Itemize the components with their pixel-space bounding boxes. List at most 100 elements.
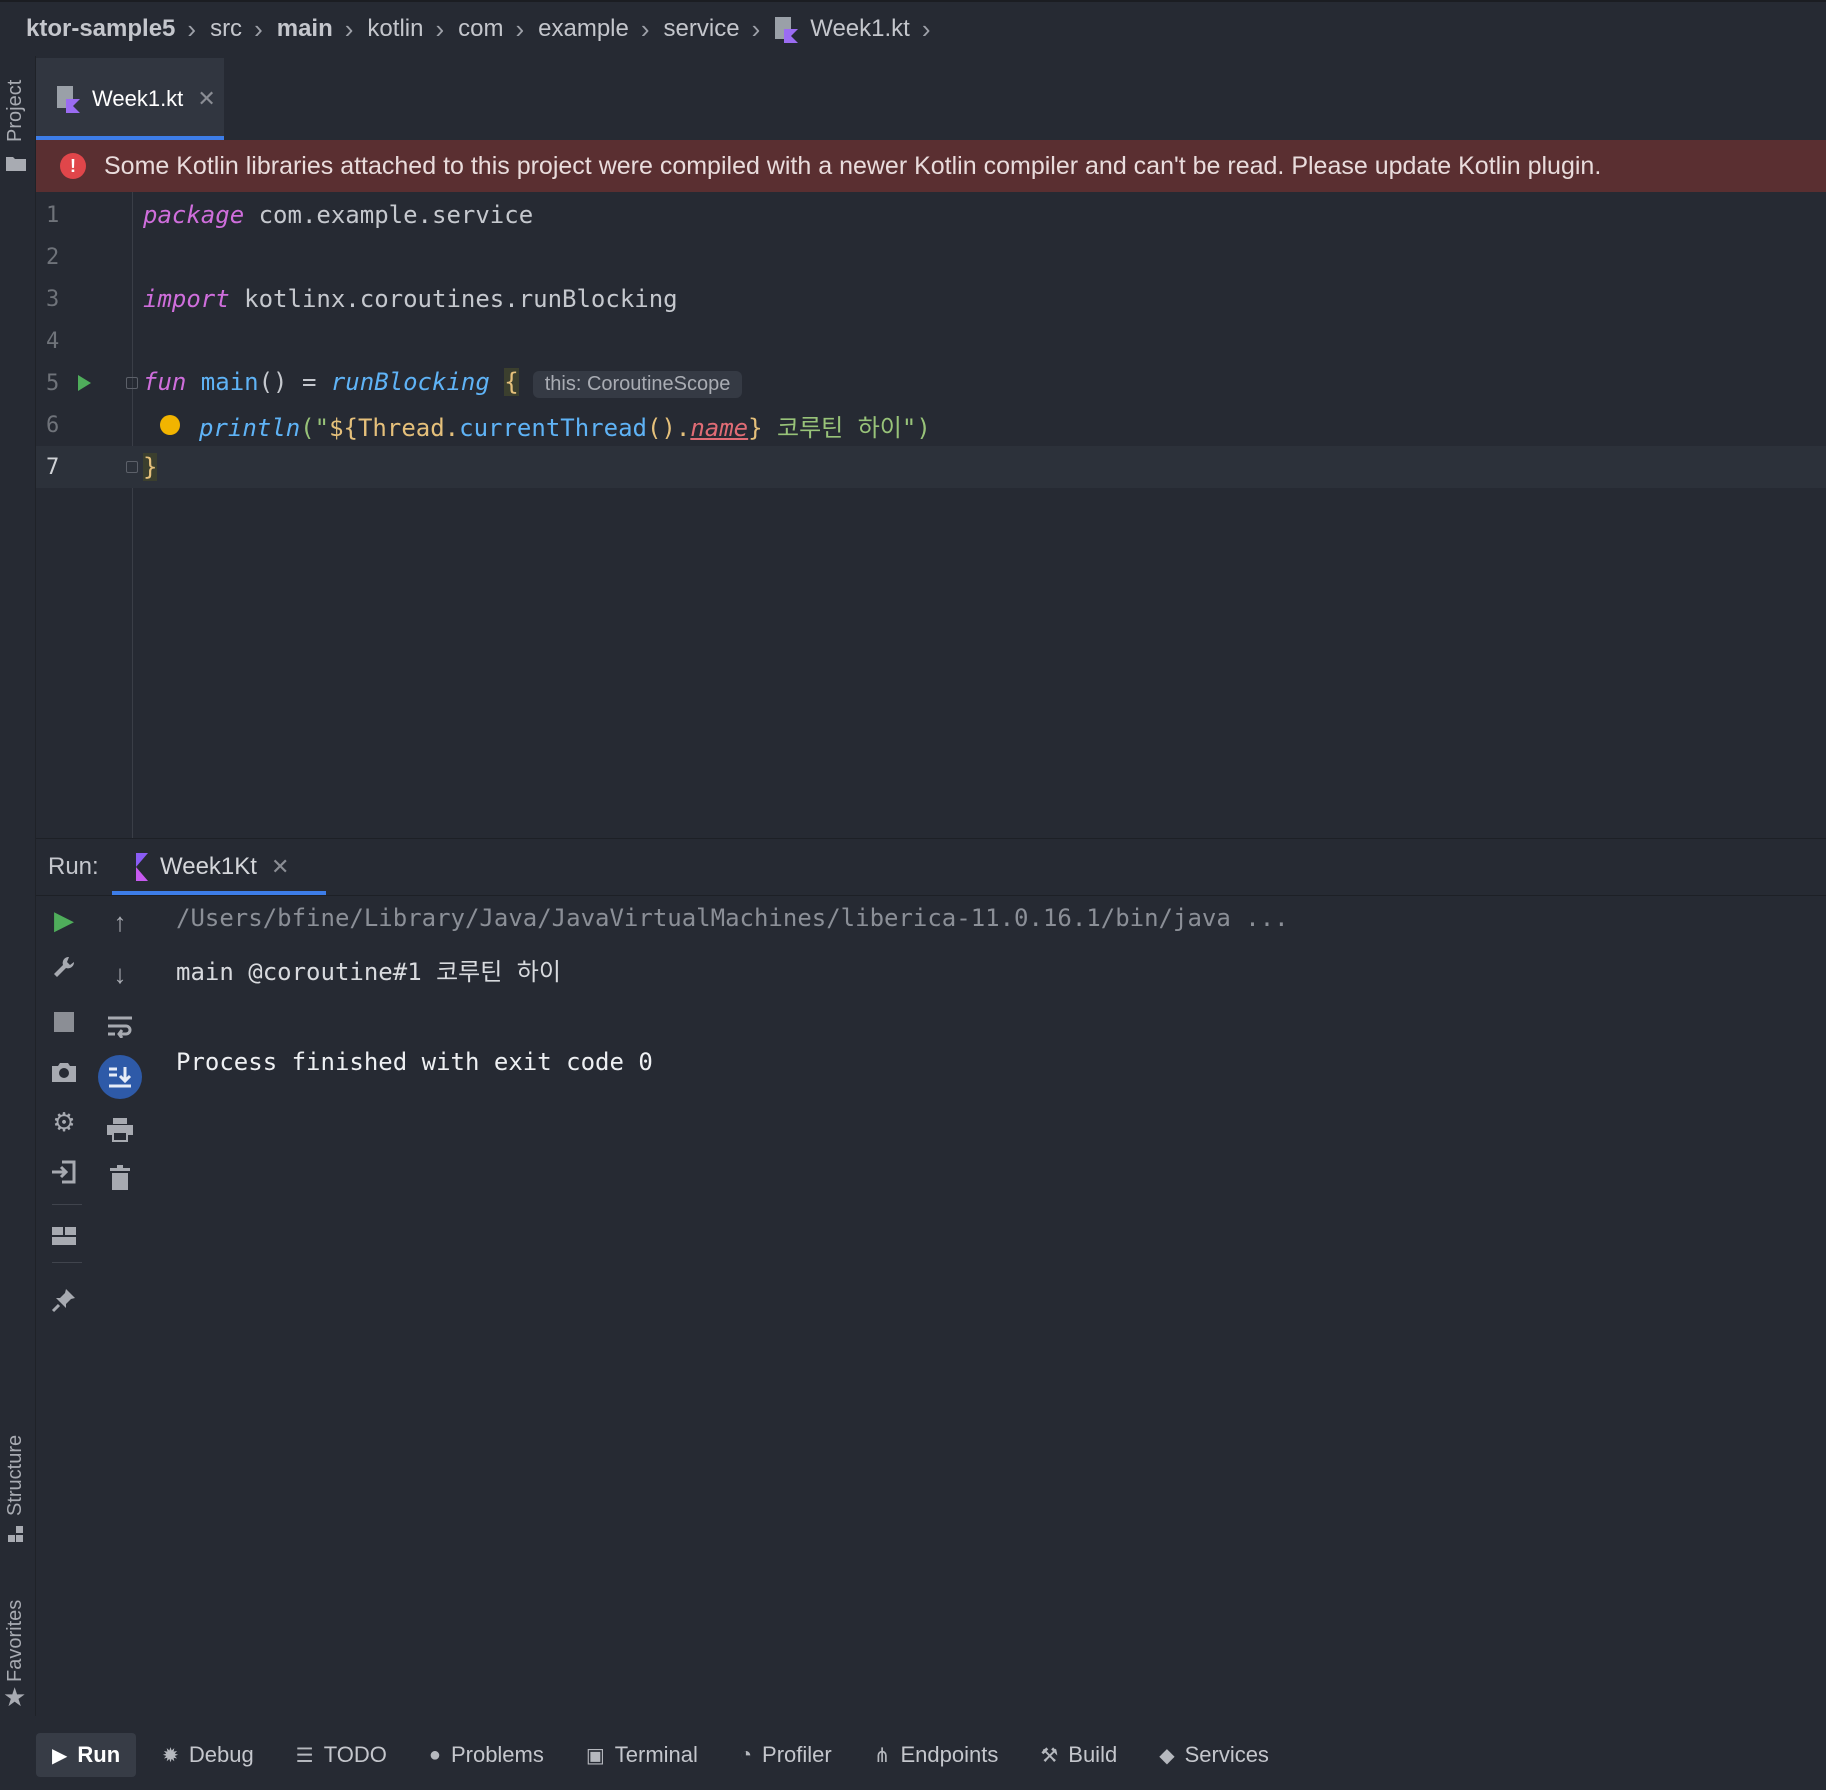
code-editor[interactable]: 1 package com.example.service 2 3 import… — [36, 192, 1826, 838]
line-number: 3 — [46, 286, 60, 312]
breadcrumb-item-main[interactable]: main — [277, 15, 333, 43]
favorites-tool-button[interactable]: Favorites — [4, 1600, 27, 1682]
run-tab-week1kt[interactable]: Week1Kt ✕ — [112, 839, 326, 895]
breadcrumb-item-example[interactable]: example — [538, 15, 629, 43]
services-tool-button[interactable]: ◆ Services — [1143, 1733, 1285, 1777]
terminal-icon: ▣ — [585, 1744, 605, 1767]
chevron-right-icon: › — [254, 13, 263, 44]
line-number: 6 — [46, 412, 60, 438]
bug-icon: ✹ — [162, 1744, 179, 1767]
code-text: () = — [258, 368, 331, 396]
debug-tool-button[interactable]: ✹ Debug — [146, 1733, 270, 1777]
pin-icon[interactable] — [44, 1280, 84, 1320]
kotlin-icon — [136, 853, 148, 881]
fold-icon[interactable] — [126, 377, 138, 389]
terminal-tool-button[interactable]: ▣ Terminal — [570, 1733, 714, 1777]
tab-active-indicator — [112, 891, 326, 895]
structure-icon — [8, 1526, 23, 1542]
error-message: Some Kotlin libraries attached to this p… — [104, 151, 1602, 180]
breadcrumb-item-project[interactable]: ktor-sample5 — [26, 15, 175, 43]
inlay-hint: this: CoroutineScope — [532, 371, 743, 398]
property-ref: name — [690, 413, 749, 442]
editor-tab-bar: Week1.kt ✕ — [36, 56, 1826, 140]
folder-icon — [6, 157, 26, 171]
breadcrumb-item-kotlin[interactable]: kotlin — [367, 15, 423, 43]
string-literal: ") — [901, 413, 931, 442]
hammer-icon: ⚒ — [1040, 1744, 1059, 1767]
code-line: 5 fun main() = runBlocking {this: Corout… — [36, 362, 1826, 404]
error-banner: ! Some Kotlin libraries attached to this… — [36, 140, 1826, 192]
breadcrumb-item-service[interactable]: service — [664, 15, 740, 43]
arrow-up-icon[interactable]: ↑ — [100, 902, 140, 942]
code-line: 3 import kotlinx.coroutines.runBlocking — [36, 278, 1826, 320]
keyword: fun — [143, 368, 187, 396]
endpoints-tool-button[interactable]: ⋔ Endpoints — [858, 1733, 1015, 1777]
services-tool-label: Services — [1184, 1742, 1269, 1767]
close-icon[interactable]: ✕ — [271, 854, 289, 880]
stop-button[interactable] — [44, 1002, 84, 1042]
template-delimiter: } — [748, 413, 763, 442]
line-number: 7 — [46, 454, 60, 480]
lightbulb-icon[interactable] — [160, 415, 180, 435]
kotlin-file-icon — [57, 86, 80, 113]
play-icon: ▶ — [52, 1744, 68, 1767]
run-gutter-icon[interactable] — [78, 375, 91, 391]
debug-settings-icon[interactable]: ⚙ — [44, 1102, 84, 1142]
breadcrumb: ktor-sample5 › src › main › kotlin › com… — [0, 0, 1826, 56]
services-icon: ◆ — [1159, 1744, 1175, 1767]
run-tool-button[interactable]: ▶ Run — [36, 1733, 137, 1777]
breadcrumb-item-src[interactable]: src — [210, 15, 242, 43]
scroll-to-end-icon[interactable] — [98, 1055, 142, 1099]
breadcrumb-item-com[interactable]: com — [458, 15, 503, 43]
soft-wrap-icon[interactable] — [100, 1006, 140, 1046]
line-number: 4 — [46, 328, 60, 354]
kotlin-file-icon — [775, 17, 799, 43]
todo-tool-button[interactable]: ☰ TODO — [280, 1733, 403, 1777]
close-icon[interactable]: ✕ — [197, 86, 215, 112]
fold-icon[interactable] — [126, 461, 138, 473]
tab-label: Week1.kt — [92, 86, 184, 111]
rerun-button[interactable]: ▶ — [44, 900, 84, 940]
terminal-tool-label: Terminal — [614, 1742, 698, 1767]
brace: { — [504, 368, 519, 396]
left-tool-strip: Project Structure Favorites ★ — [0, 56, 36, 1716]
wrench-icon[interactable] — [44, 948, 84, 988]
build-tool-label: Build — [1068, 1742, 1118, 1767]
error-icon: ! — [60, 153, 86, 179]
function-call: println — [199, 413, 301, 442]
project-tool-button[interactable]: Project — [4, 80, 27, 142]
camera-icon[interactable] — [44, 1052, 84, 1092]
structure-tool-button[interactable]: Structure — [4, 1435, 27, 1516]
code-line: 6 println("${Thread.currentThread().name… — [36, 404, 1826, 446]
arrow-down-icon[interactable]: ↓ — [100, 954, 140, 994]
endpoints-tool-label: Endpoints — [900, 1742, 999, 1767]
string-literal: (" — [300, 413, 330, 442]
problems-icon: ● — [428, 1743, 441, 1766]
breadcrumb-item-file[interactable]: Week1.kt — [774, 15, 910, 43]
chevron-right-icon: › — [187, 13, 197, 44]
print-icon[interactable] — [100, 1110, 140, 1150]
build-tool-button[interactable]: ⚒ Build — [1024, 1733, 1133, 1777]
star-icon: ★ — [3, 1682, 27, 1712]
login-icon[interactable] — [44, 1152, 84, 1192]
chevron-right-icon: › — [435, 13, 445, 44]
chevron-right-icon: › — [515, 13, 525, 44]
trash-icon[interactable] — [100, 1158, 140, 1198]
profiler-tool-label: Profiler — [762, 1742, 832, 1767]
profiler-tool-button[interactable]: ◔ Profiler — [724, 1733, 848, 1777]
endpoints-icon: ⋔ — [873, 1744, 891, 1767]
code-text: kotlinx.coroutines.runBlocking — [229, 285, 678, 313]
profiler-icon: ◔ — [739, 1743, 753, 1766]
layout-icon[interactable] — [44, 1216, 84, 1256]
function-call: currentThread — [459, 413, 647, 442]
line-number: 5 — [46, 370, 60, 396]
tab-week1-kt[interactable]: Week1.kt ✕ — [36, 58, 224, 140]
code-line: 2 — [36, 236, 1826, 278]
code-line: 1 package com.example.service — [36, 194, 1826, 236]
toolbar-divider — [52, 1204, 82, 1205]
run-panel-label: Run: — [48, 853, 99, 880]
chevron-right-icon: › — [640, 13, 650, 44]
run-tab-label: Week1Kt — [160, 853, 257, 880]
problems-tool-button[interactable]: ● Problems — [413, 1733, 560, 1777]
line-number: 1 — [46, 202, 60, 228]
